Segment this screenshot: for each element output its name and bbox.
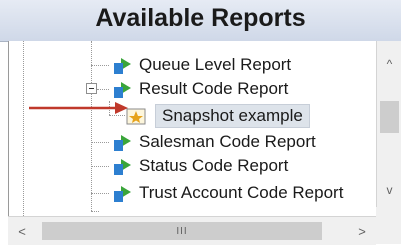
report-icon <box>114 58 131 74</box>
horizontal-scroll-thumb[interactable]: III <box>42 222 322 240</box>
annotation-arrow-icon <box>29 102 128 114</box>
tree-item-label: Snapshot example <box>155 104 310 128</box>
vertical-scroll-thumb[interactable] <box>380 101 399 133</box>
horizontal-scrollbar[interactable]: < III > <box>8 216 376 245</box>
tree-guide-line <box>23 41 24 244</box>
scroll-up-icon[interactable]: ^ <box>377 53 401 75</box>
report-icon <box>114 186 131 202</box>
report-icon <box>114 135 131 151</box>
scroll-grip-icon: III <box>176 225 188 237</box>
tree-item-label: Salesman Code Report <box>139 132 316 151</box>
tree-guide-line <box>91 166 109 167</box>
tree-item-label: Result Code Report <box>139 79 289 98</box>
panel-header: Available Reports <box>0 0 401 42</box>
tree-guide-line <box>91 142 109 143</box>
scrollbar-corner <box>376 207 401 244</box>
tree-guide-line <box>91 211 99 212</box>
vertical-scrollbar[interactable]: ^ v <box>376 41 401 207</box>
collapse-toggle-icon[interactable] <box>86 83 97 94</box>
tree-guide-line <box>91 41 92 211</box>
tree-item-label: Trust Account Code Report <box>139 183 344 202</box>
panel-title: Available Reports <box>95 4 306 32</box>
tree-guide-line <box>91 65 109 66</box>
scroll-left-icon[interactable]: < <box>8 217 36 245</box>
tree-item-label: Queue Level Report <box>139 55 292 74</box>
tree-item-label: Status Code Report <box>139 156 289 175</box>
scroll-right-icon[interactable]: > <box>348 217 376 245</box>
scroll-down-icon[interactable]: v <box>377 179 401 201</box>
report-icon <box>114 82 131 98</box>
report-icon <box>114 159 131 175</box>
tree-guide-line <box>97 89 109 90</box>
reports-tree[interactable]: Queue Level Report Result Code Report Sn… <box>8 41 401 244</box>
tree-guide-line <box>91 193 109 194</box>
